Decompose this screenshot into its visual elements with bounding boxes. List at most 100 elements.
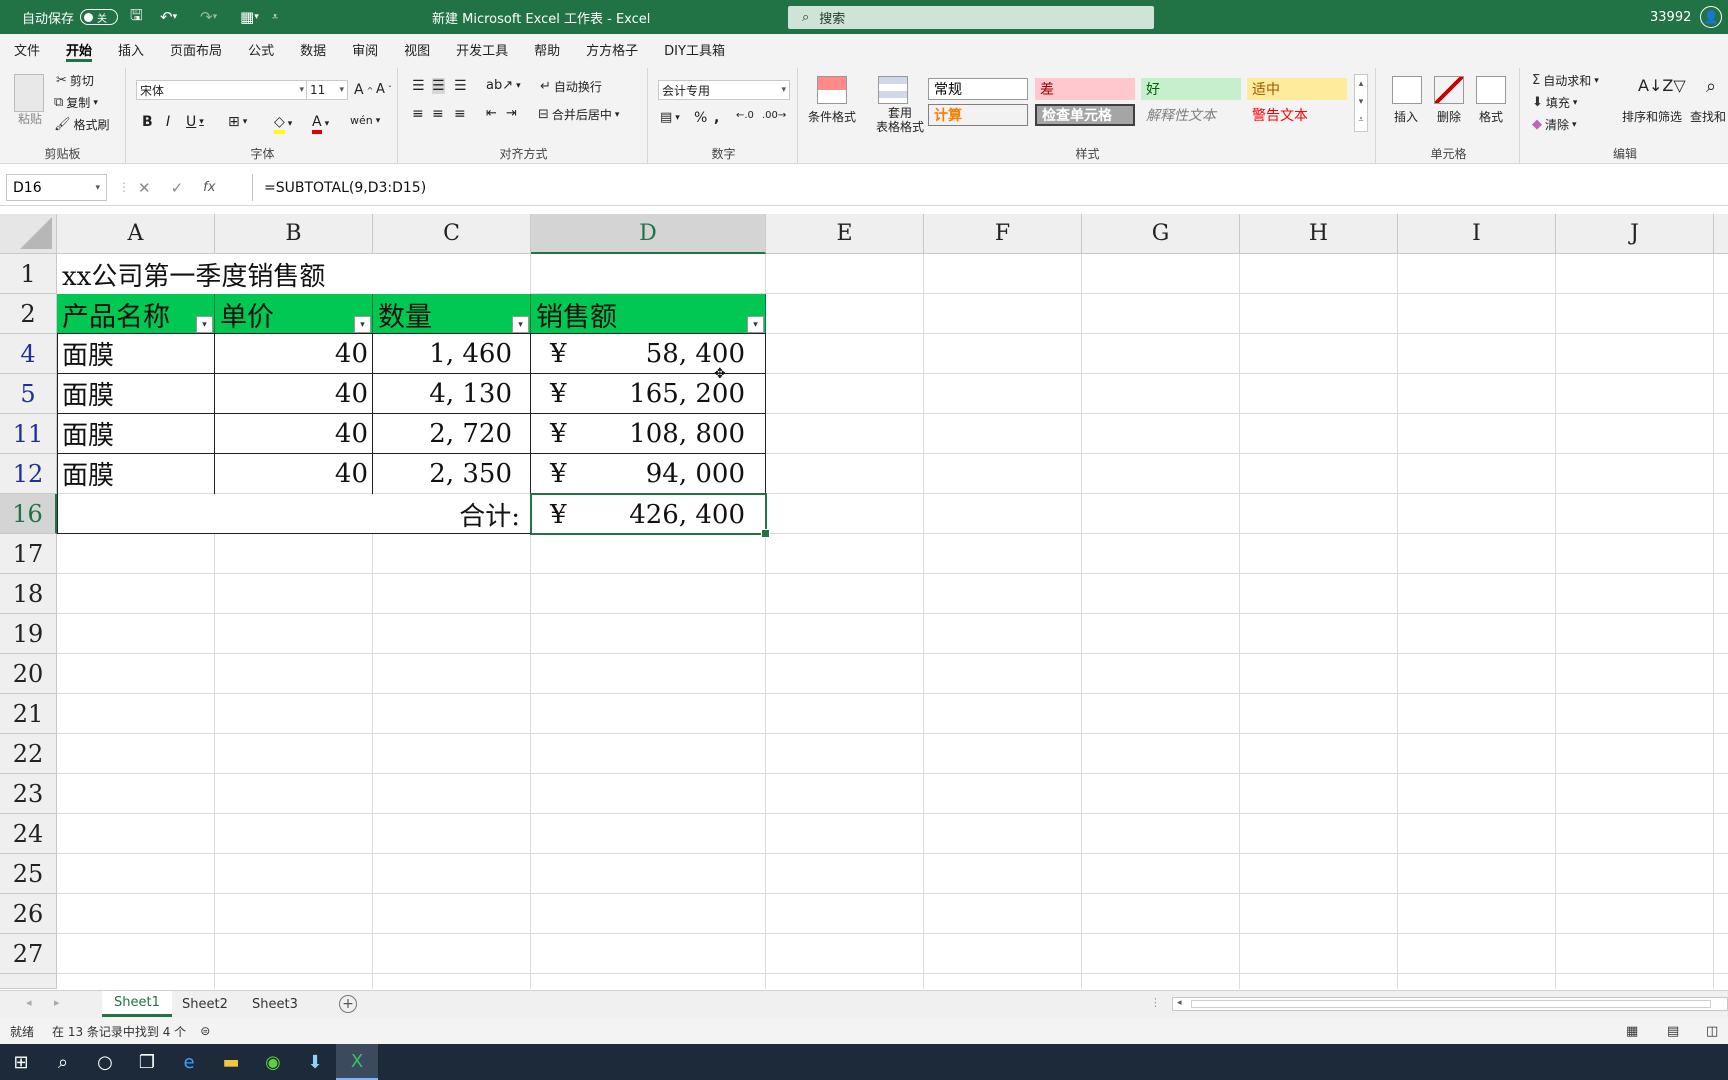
- row-header-11[interactable]: 11: [0, 414, 57, 454]
- sort-filter-button[interactable]: 排序和筛选: [1622, 108, 1682, 125]
- tab-help[interactable]: 帮助: [521, 34, 573, 64]
- increase-decimal-icon[interactable]: ←.0: [736, 110, 754, 121]
- filter-active-icon[interactable]: ▾: [196, 316, 213, 333]
- header-product-name[interactable]: 产品名称: [57, 294, 215, 334]
- tab-fangfang[interactable]: 方方格子: [573, 34, 651, 64]
- accounting-format-icon[interactable]: ▤ ▾: [660, 110, 680, 125]
- format-cells-button[interactable]: 格式: [1479, 108, 1503, 125]
- style-warning[interactable]: 警告文本: [1247, 104, 1347, 126]
- scroll-split-icon[interactable]: ⋮: [1150, 996, 1161, 1009]
- find-icon[interactable]: ⌕: [1706, 76, 1716, 97]
- column-header-j[interactable]: J: [1556, 214, 1714, 254]
- tab-file[interactable]: 文件: [1, 34, 53, 64]
- row-header-16[interactable]: 16: [0, 494, 57, 534]
- align-left-icon[interactable]: ≡: [412, 106, 424, 122]
- column-header-k[interactable]: [1714, 214, 1728, 254]
- filter-dropdown-icon[interactable]: ▾: [747, 316, 764, 333]
- cell-c4[interactable]: 1, 460: [373, 334, 530, 373]
- column-header-c[interactable]: C: [373, 214, 531, 254]
- row-header-1[interactable]: 1: [0, 254, 57, 294]
- sheet-tab-sheet1[interactable]: Sheet1: [102, 991, 172, 1017]
- confirm-icon[interactable]: ✓: [171, 179, 184, 197]
- align-right-icon[interactable]: ≡: [454, 106, 466, 122]
- windows-start-icon[interactable]: ⊞: [0, 1044, 42, 1080]
- style-good[interactable]: 好: [1141, 78, 1241, 100]
- column-header-i[interactable]: I: [1398, 214, 1556, 254]
- form-icon[interactable]: ▦ ▾: [240, 0, 259, 34]
- active-cell-selection[interactable]: [530, 493, 770, 538]
- conditional-format-icon[interactable]: [817, 76, 847, 104]
- cancel-icon[interactable]: ✕: [138, 179, 151, 197]
- font-name-select[interactable]: 宋体 ▾: [136, 80, 308, 100]
- row-header-2[interactable]: 2: [0, 294, 57, 334]
- scroll-left-icon[interactable]: ◂: [1177, 998, 1182, 1008]
- page-layout-view-icon[interactable]: ▤: [1667, 1024, 1679, 1039]
- header-sales[interactable]: 销售额: [531, 294, 766, 334]
- task-view-icon[interactable]: ❐: [126, 1044, 168, 1080]
- cell-a11[interactable]: 面膜: [57, 414, 214, 453]
- accessibility-icon[interactable]: ⊜: [200, 1024, 210, 1038]
- align-middle-icon[interactable]: ☰: [432, 78, 445, 94]
- cell-b11[interactable]: 40: [215, 414, 372, 453]
- sheet-title[interactable]: xx公司第一季度销售额: [57, 254, 325, 294]
- conditional-format-button[interactable]: 条件格式: [808, 108, 856, 125]
- fill-button[interactable]: ⬇ 填充 ▾: [1532, 94, 1577, 111]
- row-header-partial[interactable]: [0, 974, 57, 989]
- style-bad[interactable]: 差: [1035, 78, 1135, 100]
- customize-qat-icon[interactable]: ⩡: [272, 0, 278, 34]
- formula-input[interactable]: =SUBTOTAL(9,D3:D15): [252, 174, 1728, 201]
- percent-icon[interactable]: %: [694, 110, 707, 126]
- font-color-icon[interactable]: A ▾: [312, 114, 329, 134]
- style-check-cell[interactable]: 检查单元格: [1035, 104, 1135, 126]
- column-header-g[interactable]: G: [1082, 214, 1240, 254]
- autosum-button[interactable]: Σ 自动求和 ▾: [1532, 72, 1599, 89]
- column-header-a[interactable]: A: [57, 214, 215, 254]
- style-calculation[interactable]: 计算: [928, 104, 1028, 126]
- paste-button[interactable]: 粘贴: [18, 110, 42, 127]
- wrap-text-button[interactable]: ↵ 自动换行: [540, 78, 602, 95]
- merge-center-button[interactable]: ⊟ 合并后居中 ▾: [538, 106, 619, 123]
- cut-button[interactable]: ✂ 剪切: [56, 72, 94, 89]
- cell-d4[interactable]: 58, 400: [531, 334, 765, 373]
- font-size-select[interactable]: 11 ▾: [306, 80, 348, 100]
- tab-view[interactable]: 视图: [391, 34, 443, 64]
- column-header-f[interactable]: F: [924, 214, 1082, 254]
- sort-filter-icon[interactable]: A↓Z▽: [1638, 76, 1686, 95]
- number-format-select[interactable]: 会计专用 ▾: [658, 80, 790, 100]
- tab-page-layout[interactable]: 页面布局: [157, 34, 235, 64]
- column-header-d[interactable]: D: [531, 214, 766, 254]
- name-box[interactable]: D16 ▾: [6, 174, 107, 201]
- tab-review[interactable]: 审阅: [339, 34, 391, 64]
- row-header-25[interactable]: 25: [0, 854, 57, 894]
- bold-button[interactable]: B: [142, 114, 153, 130]
- tab-home[interactable]: 开始: [53, 34, 105, 64]
- cortana-icon[interactable]: ○: [84, 1044, 126, 1080]
- insert-function-icon[interactable]: fx: [203, 180, 215, 195]
- search-box[interactable]: ⌕ 搜索: [788, 6, 1154, 29]
- row-header-27[interactable]: 27: [0, 934, 57, 974]
- total-label-cell[interactable]: 合计:: [57, 495, 530, 534]
- column-header-h[interactable]: H: [1240, 214, 1398, 254]
- normal-view-icon[interactable]: ▦: [1626, 1024, 1638, 1039]
- sheet-tab-sheet3[interactable]: Sheet3: [240, 991, 310, 1017]
- user-name[interactable]: 33992: [1650, 0, 1691, 34]
- row-header-26[interactable]: 26: [0, 894, 57, 934]
- underline-button[interactable]: U ▾: [186, 114, 204, 130]
- tab-developer[interactable]: 开发工具: [443, 34, 521, 64]
- avatar[interactable]: 👤: [1700, 0, 1722, 34]
- browser-icon[interactable]: ◉: [252, 1044, 294, 1080]
- save-icon[interactable]: 🖫: [130, 0, 143, 34]
- paste-icon[interactable]: [14, 74, 44, 112]
- increase-indent-icon[interactable]: ⇥: [506, 106, 517, 121]
- formula-bar-splitter[interactable]: ⋮: [118, 180, 130, 194]
- cell-a5[interactable]: 面膜: [57, 374, 214, 413]
- cell-b4[interactable]: 40: [215, 334, 372, 373]
- sheet-tab-sheet2[interactable]: Sheet2: [170, 991, 240, 1017]
- increase-font-icon[interactable]: A ^: [354, 82, 373, 98]
- tab-formulas[interactable]: 公式: [235, 34, 287, 64]
- column-header-e[interactable]: E: [766, 214, 924, 254]
- decrease-decimal-icon[interactable]: .00→: [762, 110, 786, 121]
- next-sheet-icon[interactable]: ▸: [54, 996, 60, 1009]
- header-unit-price[interactable]: 单价: [215, 294, 373, 334]
- row-header-4[interactable]: 4: [0, 334, 57, 374]
